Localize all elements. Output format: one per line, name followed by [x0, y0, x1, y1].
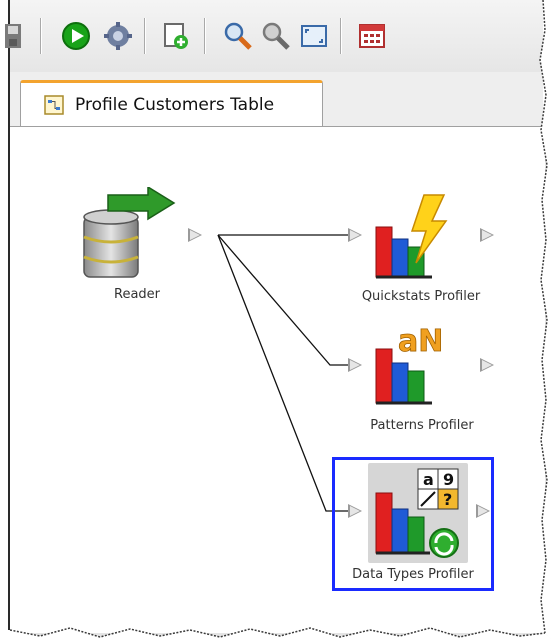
- toolbar: [5, 0, 543, 73]
- quickstats-label: Quickstats Profiler: [361, 289, 481, 304]
- add-document-icon[interactable]: [160, 20, 192, 52]
- datatypes-input-port[interactable]: [348, 504, 362, 518]
- patterns-badge: aN: [398, 324, 443, 359]
- settings-icon[interactable]: [102, 20, 134, 52]
- patterns-input-port[interactable]: [348, 358, 362, 372]
- badge-a: a: [423, 470, 434, 489]
- save-icon[interactable]: [4, 20, 24, 52]
- patterns-profiler-icon: aN: [375, 324, 444, 405]
- badge-9: 9: [443, 470, 454, 489]
- calendar-icon[interactable]: [356, 20, 388, 52]
- reader-output-port[interactable]: [188, 228, 202, 242]
- quickstats-output-port[interactable]: [480, 228, 494, 242]
- toolbar-separator: [340, 18, 341, 54]
- datatypes-output-port[interactable]: [476, 504, 490, 518]
- reader-node[interactable]: [78, 185, 178, 287]
- toolbar-separator: [204, 18, 205, 54]
- datatypes-label: Data Types Profiler: [352, 567, 474, 582]
- process-icon: [44, 94, 64, 115]
- process-canvas[interactable]: Reader Quickstats Profiler aN Patterns P…: [10, 127, 543, 637]
- tab-label: Profile Customers Table: [75, 94, 275, 115]
- run-icon[interactable]: [60, 20, 92, 52]
- patterns-label: Patterns Profiler: [370, 418, 474, 433]
- reader-label: Reader: [113, 287, 161, 302]
- quickstats-profiler-node[interactable]: [372, 187, 472, 287]
- editor-tab-bar: Profile Customers Table: [10, 72, 543, 127]
- zoom-in-icon[interactable]: [222, 20, 254, 52]
- badge-question: ?: [443, 490, 452, 509]
- data-types-profiler-icon: a 9 ?: [368, 463, 468, 563]
- toolbar-separator: [144, 18, 145, 54]
- fit-to-screen-icon[interactable]: [298, 20, 330, 52]
- zoom-out-icon[interactable]: [260, 20, 292, 52]
- patterns-output-port[interactable]: [480, 358, 494, 372]
- toolbar-separator: [40, 18, 41, 54]
- connection-reader-patterns: [217, 234, 348, 366]
- data-types-profiler-node[interactable]: a 9 ?: [368, 463, 468, 563]
- tab-profile-customers-table[interactable]: Profile Customers Table: [20, 80, 323, 126]
- connection-reader-datatypes: [217, 234, 348, 512]
- quickstats-input-port[interactable]: [348, 228, 362, 242]
- patterns-profiler-node[interactable]: aN: [372, 319, 472, 409]
- database-reader-icon: [83, 185, 176, 278]
- quickstats-profiler-icon: [375, 194, 448, 279]
